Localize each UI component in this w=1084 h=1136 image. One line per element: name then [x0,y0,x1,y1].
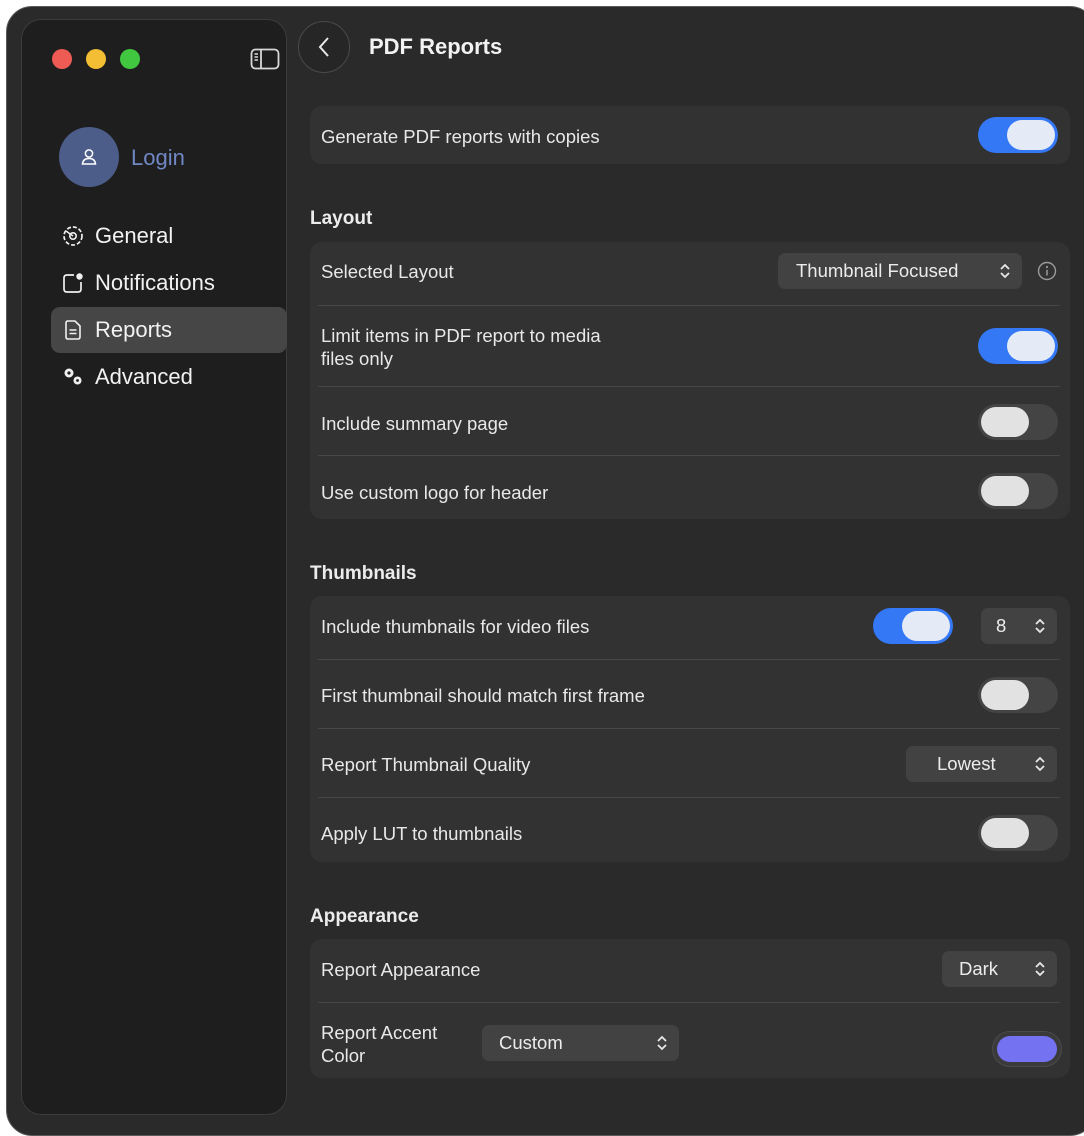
video-count-stepper[interactable]: 8 [981,608,1057,644]
selected-layout-popup[interactable]: Thumbnail Focused [778,253,1022,289]
notification-badge-icon [61,271,85,295]
accent-color-label-line2: Color [321,1045,366,1066]
divider [318,797,1060,798]
sidebar-item-label: General [95,223,174,248]
layout-group: Selected Layout Thumbnail Focused Limit … [310,242,1070,519]
chevron-up-down-icon [1033,754,1047,774]
divider [318,455,1060,456]
appearance-heading: Appearance [310,906,419,927]
apply-lut-label: Apply LUT to thumbnails [321,823,523,844]
close-window-button[interactable] [52,49,72,69]
sidebar-item-reports[interactable]: Reports [51,307,287,353]
custom-logo-label: Use custom logo for header [321,482,549,503]
sidebar-item-label: Advanced [95,364,193,389]
generate-pdf-label: Generate PDF reports with copies [321,126,600,147]
accent-color-well[interactable] [992,1031,1062,1067]
accent-color-value: Custom [499,1032,563,1053]
chevron-up-down-icon [1033,616,1047,636]
report-appearance-popup[interactable]: Dark [942,951,1057,987]
accent-color-popup[interactable]: Custom [482,1025,679,1061]
chevron-up-down-icon [1033,959,1047,979]
limit-items-label-line2: files only [321,348,393,369]
appearance-group: Report Appearance Dark Report Accent Col… [310,939,1070,1078]
chevron-left-icon [318,37,329,57]
video-count-value: 8 [996,615,1007,636]
first-frame-toggle[interactable] [978,677,1058,713]
divider [318,728,1060,729]
limit-items-toggle[interactable] [978,328,1058,364]
info-icon[interactable] [1036,260,1058,282]
thumbnails-group: Include thumbnails for video files 8 Fir… [310,596,1070,862]
person-icon [81,149,97,165]
page-title: PDF Reports [369,34,503,59]
selected-layout-value: Thumbnail Focused [796,260,959,281]
back-button[interactable] [298,21,350,73]
accent-color-swatch [997,1036,1057,1062]
report-appearance-value: Dark [959,958,999,979]
sidebar-item-notifications[interactable]: Notifications [51,260,287,306]
sidebar-item-label: Notifications [95,270,215,295]
selected-layout-label: Selected Layout [321,261,454,282]
login-link[interactable]: Login [131,145,185,171]
settings-window: Login General Notifications Reports Adva… [6,6,1084,1136]
sidebar-item-advanced[interactable]: Advanced [51,354,287,400]
document-icon [61,318,85,342]
sidebar-toggle-icon[interactable] [250,48,280,70]
chevron-up-down-icon [655,1033,669,1053]
quality-label: Report Thumbnail Quality [321,754,531,775]
thumbnails-heading: Thumbnails [310,563,417,584]
divider [318,305,1060,306]
include-video-toggle[interactable] [873,608,953,644]
accent-color-label-line1: Report Accent [321,1022,438,1043]
gears-icon [61,365,85,389]
chevron-up-down-icon [998,261,1012,281]
first-frame-label: First thumbnail should match first frame [321,685,645,706]
report-appearance-label: Report Appearance [321,959,481,980]
custom-logo-toggle[interactable] [978,473,1058,509]
accent-color-label: Report Accent Color [321,1021,437,1067]
divider [318,659,1060,660]
general-group: Generate PDF reports with copies [310,106,1070,164]
minimize-window-button[interactable] [86,49,106,69]
quality-value: Lowest [937,753,996,774]
generate-pdf-toggle[interactable] [978,117,1058,153]
quality-popup[interactable]: Lowest [906,746,1057,782]
sidebar: Login General Notifications Reports Adva… [21,19,287,1115]
include-summary-label: Include summary page [321,413,509,434]
sidebar-item-label: Reports [95,317,173,342]
avatar[interactable] [59,127,119,187]
include-video-label: Include thumbnails for video files [321,616,590,637]
divider [318,386,1060,387]
apply-lut-toggle[interactable] [978,815,1058,851]
layout-heading: Layout [310,208,373,229]
zoom-window-button[interactable] [120,49,140,69]
gear-icon [61,224,85,248]
limit-items-label-line1: Limit items in PDF report to media [321,325,601,346]
limit-items-label: Limit items in PDF report to media files… [321,324,601,370]
include-summary-toggle[interactable] [978,404,1058,440]
sidebar-item-general[interactable]: General [51,213,287,259]
divider [318,1002,1060,1003]
